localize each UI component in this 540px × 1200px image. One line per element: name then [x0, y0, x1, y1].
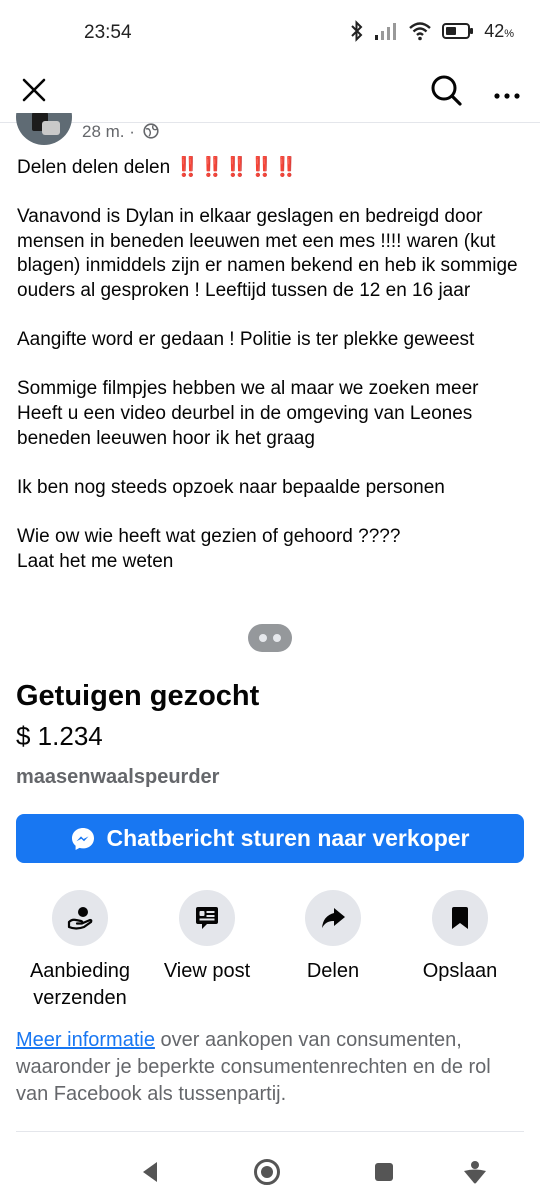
messenger-icon: [72, 827, 95, 850]
pager-dot: [273, 634, 281, 642]
post-first-line: Delen delen delen ‼️‼️‼️‼️‼️: [17, 156, 527, 181]
post-meta: 28 m. ·: [16, 113, 316, 147]
bluetooth-icon: [351, 20, 363, 42]
view-post-label: View post: [163, 960, 251, 982]
save-circle: [432, 890, 488, 946]
close-icon: [22, 78, 46, 102]
post-time-value: 28 m.: [82, 122, 125, 141]
hand-offer-icon: [67, 907, 93, 930]
more-icon: [494, 93, 520, 99]
post-time-separator: ·: [129, 122, 135, 141]
pager-dot: [259, 634, 267, 642]
seller-name[interactable]: maasenwaalspeurder: [16, 766, 219, 789]
send-offer-action[interactable]: Aanbieding verzenden: [10, 890, 150, 1012]
double-exclamation-emoji: ‼️‼️‼️‼️‼️: [175, 157, 299, 178]
listing-price: $ 1.234: [16, 721, 103, 751]
home-button[interactable]: [247, 1152, 287, 1192]
post-first-line-text: Delen delen delen: [17, 157, 171, 178]
send-offer-label: Aanbieding verzenden: [29, 960, 131, 1009]
signal-icon: [375, 23, 397, 40]
battery-percent: 42%: [484, 21, 514, 42]
battery-icon: [442, 23, 474, 39]
action-row: Aanbieding verzenden View post Delen Ops…: [0, 890, 540, 1020]
post-paragraph: Wie ow wie heeft wat gezien of gehoord ?…: [17, 525, 401, 572]
image-pager-indicator[interactable]: [248, 624, 292, 652]
battery-percent-symbol: %: [504, 27, 514, 40]
post-paragraph: Sommige filmpjes hebben we al maar we zo…: [17, 378, 479, 449]
assistant-button[interactable]: [455, 1152, 495, 1192]
share-circle: [305, 890, 361, 946]
save-label: Opslaan: [422, 960, 498, 982]
post-body: Delen delen delen ‼️‼️‼️‼️‼️ Vanavond is…: [17, 156, 527, 574]
share-label: Delen: [306, 960, 360, 982]
back-icon: [143, 1162, 157, 1182]
search-icon: [431, 75, 462, 106]
search-button[interactable]: [428, 72, 464, 108]
close-button[interactable]: [18, 74, 50, 106]
status-bar: 23:54 42%: [0, 0, 540, 66]
post-icon: [196, 907, 218, 929]
back-button[interactable]: [130, 1152, 170, 1192]
bottom-divider: [16, 1131, 524, 1132]
view-post-action[interactable]: View post: [137, 890, 277, 985]
chat-seller-button[interactable]: Chatbericht sturen naar verkoper: [16, 814, 524, 863]
recents-icon: [375, 1163, 393, 1181]
battery-percent-value: 42: [484, 20, 505, 41]
save-action[interactable]: Opslaan: [390, 890, 530, 985]
post-paragraph: Vanavond is Dylan in elkaar geslagen en …: [17, 206, 518, 301]
share-icon: [322, 908, 345, 928]
listing-title: Getuigen gezocht: [16, 680, 260, 712]
post-time[interactable]: 28 m. ·: [82, 122, 135, 142]
post-paragraph: Ik ben nog steeds opzoek naar bepaalde p…: [17, 476, 445, 498]
consumer-info-text: Meer informatie over aankopen van consum…: [16, 1027, 528, 1108]
status-time: 23:54: [84, 22, 132, 43]
bookmark-icon: [452, 907, 468, 929]
avatar[interactable]: [16, 113, 72, 145]
system-nav-bar: [0, 1140, 540, 1200]
post-paragraph: Aangifte word er gedaan ! Politie is ter…: [17, 329, 475, 351]
recents-button[interactable]: [364, 1152, 404, 1192]
globe-icon: [143, 123, 159, 139]
more-options-button[interactable]: [490, 74, 524, 106]
home-icon: [254, 1159, 280, 1185]
status-icons: 42%: [350, 20, 514, 42]
share-action[interactable]: Delen: [263, 890, 403, 985]
send-offer-circle: [52, 890, 108, 946]
wifi-icon: [409, 22, 431, 41]
more-info-link[interactable]: Meer informatie: [16, 1029, 155, 1051]
view-post-circle: [179, 890, 235, 946]
chat-seller-label: Chatbericht sturen naar verkoper: [106, 825, 470, 851]
assistant-icon: [464, 1161, 486, 1184]
